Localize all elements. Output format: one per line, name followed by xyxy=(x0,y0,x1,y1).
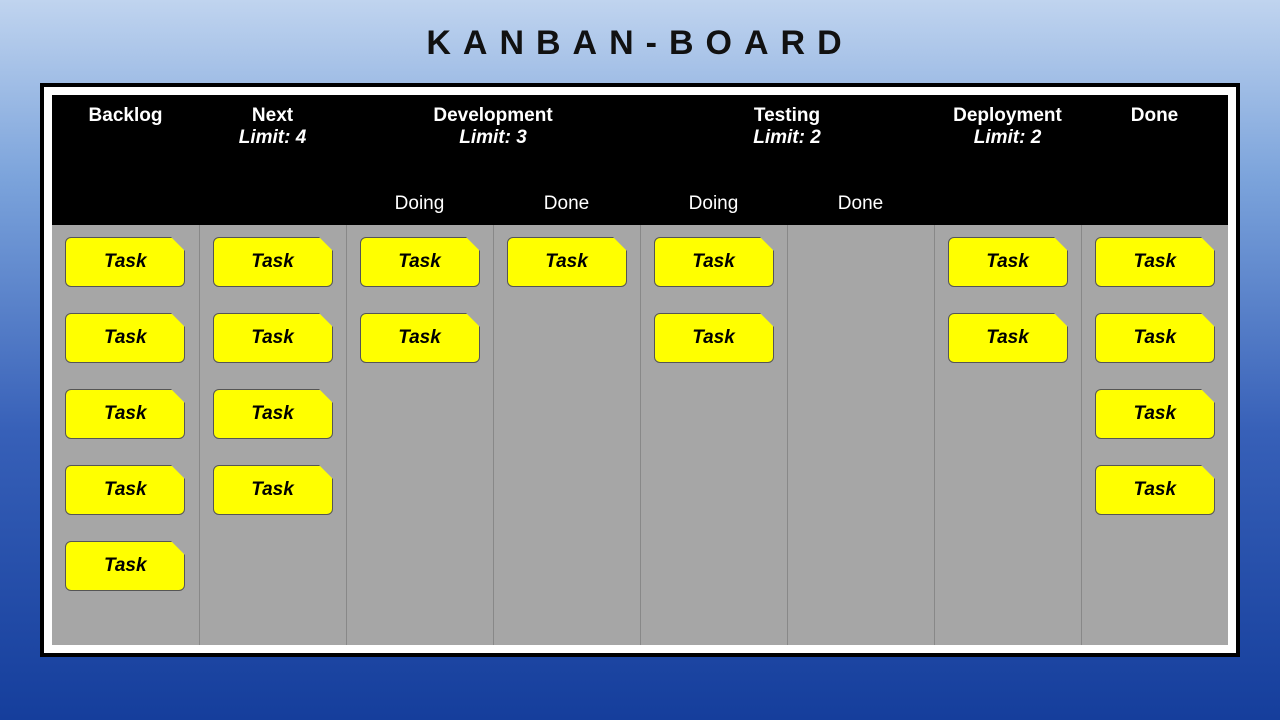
col-done-header: Done xyxy=(1081,95,1228,225)
col-name: Next xyxy=(199,105,346,127)
col-name: Done xyxy=(1081,105,1228,127)
sublane-done: Done xyxy=(787,193,934,215)
col-limit: Limit: 3 xyxy=(346,127,640,149)
col-limit: Limit: 2 xyxy=(640,127,934,149)
sublane-done: Done xyxy=(493,193,640,215)
col-name: Deployment xyxy=(934,105,1081,127)
col-name: Testing xyxy=(640,105,934,127)
kanban-board: Backlog Next Limit: 4 Development Limit:… xyxy=(40,83,1240,657)
lane-deployment[interactable]: Task Task xyxy=(934,225,1081,645)
task-card[interactable]: Task xyxy=(213,465,333,515)
col-name: Backlog xyxy=(52,105,199,127)
lane-dev-doing[interactable]: Task Task xyxy=(346,225,493,645)
lanes-row: TaskTaskTaskTaskTask TaskTaskTaskTask Ta… xyxy=(52,225,1228,645)
task-card[interactable]: Task xyxy=(65,389,185,439)
task-card[interactable]: Task xyxy=(1095,389,1215,439)
col-next-header: Next Limit: 4 xyxy=(199,95,346,225)
task-card[interactable]: Task xyxy=(65,313,185,363)
col-testing-header: Testing Limit: 2 Doing Done xyxy=(640,95,934,225)
task-card[interactable]: Task xyxy=(213,237,333,287)
task-card[interactable]: Task xyxy=(948,237,1068,287)
sublane-doing: Doing xyxy=(346,193,493,215)
task-card[interactable]: Task xyxy=(507,237,627,287)
sublane-doing: Doing xyxy=(640,193,787,215)
task-card[interactable]: Task xyxy=(65,237,185,287)
col-development-header: Development Limit: 3 Doing Done xyxy=(346,95,640,225)
lane-test-doing[interactable]: Task Task xyxy=(640,225,787,645)
lane-done[interactable]: Task Task Task Task xyxy=(1081,225,1228,645)
task-card[interactable]: Task xyxy=(65,465,185,515)
column-header-row: Backlog Next Limit: 4 Development Limit:… xyxy=(52,95,1228,225)
task-card[interactable]: Task xyxy=(65,541,185,591)
lane-test-done[interactable] xyxy=(787,225,934,645)
lane-dev-done[interactable]: Task xyxy=(493,225,640,645)
task-card[interactable]: Task xyxy=(1095,313,1215,363)
lane-next[interactable]: Task Task Task Task xyxy=(199,225,346,645)
task-card[interactable]: Task xyxy=(360,237,480,287)
task-card[interactable]: Task xyxy=(213,313,333,363)
col-name: Development xyxy=(346,105,640,127)
task-card[interactable]: Task xyxy=(360,313,480,363)
task-card[interactable]: Task xyxy=(654,237,774,287)
col-deployment-header: Deployment Limit: 2 xyxy=(934,95,1081,225)
task-card[interactable]: Task xyxy=(213,389,333,439)
page-title: KANBAN-BOARD xyxy=(0,0,1280,71)
lane-backlog[interactable]: Task Task Task Task Task xyxy=(52,225,199,645)
task-card[interactable]: Task xyxy=(654,313,774,363)
task-card[interactable]: Task xyxy=(1095,465,1215,515)
task-card[interactable]: Task xyxy=(948,313,1068,363)
col-limit: Limit: 2 xyxy=(934,127,1081,149)
col-limit: Limit: 4 xyxy=(199,127,346,149)
task-card[interactable]: Task xyxy=(1095,237,1215,287)
col-backlog-header: Backlog xyxy=(52,95,199,225)
